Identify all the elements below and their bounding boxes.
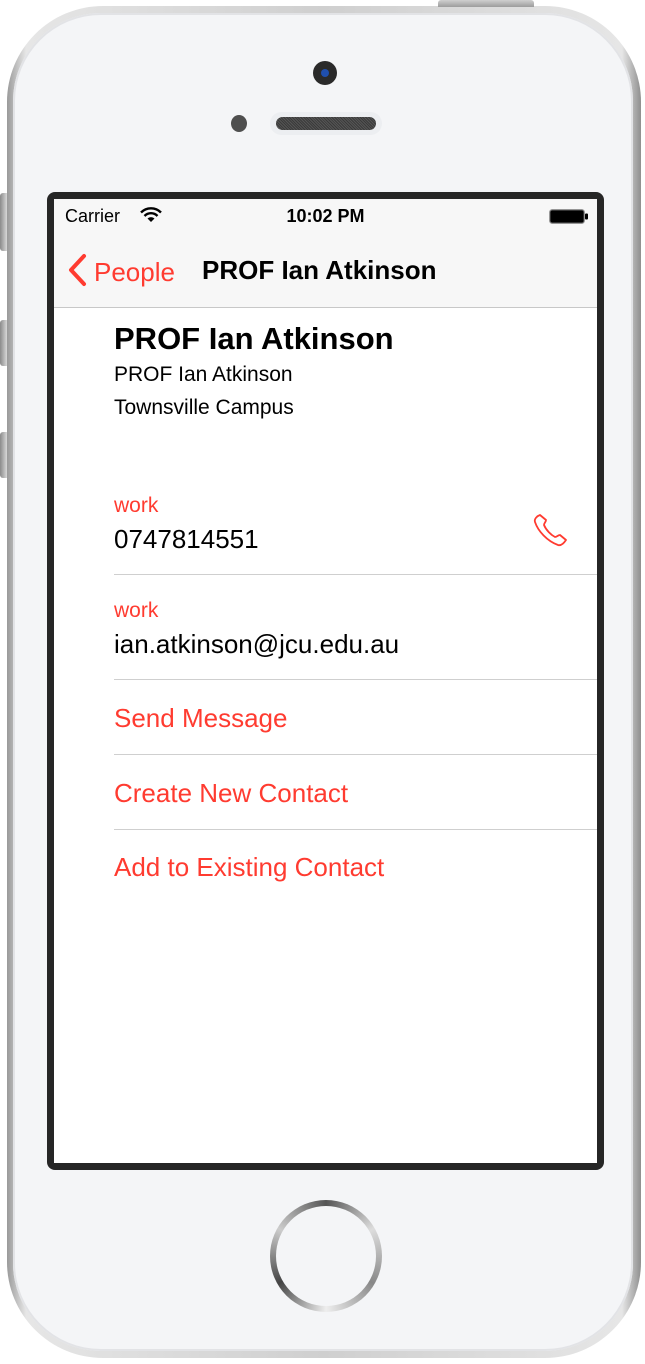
front-camera	[313, 61, 337, 85]
back-button[interactable]: People	[66, 253, 175, 292]
email-address[interactable]: ian.atkinson@jcu.edu.au	[114, 629, 399, 660]
contact-name: PROF Ian Atkinson	[114, 321, 394, 356]
chevron-left-icon	[66, 253, 88, 292]
create-new-contact-row[interactable]: Create New Contact	[114, 755, 597, 830]
phone-icon[interactable]	[531, 510, 571, 550]
screen: Carrier 10:02 PM People PROF Ian Atkinso…	[54, 199, 597, 1163]
volume-down-button	[0, 432, 7, 478]
phone-field-row[interactable]: work 0747814551	[114, 480, 597, 575]
create-new-contact-button[interactable]: Create New Contact	[114, 778, 348, 809]
nav-title: PROF Ian Atkinson	[202, 255, 437, 285]
back-label: People	[94, 257, 175, 287]
send-message-row[interactable]: Send Message	[114, 680, 597, 755]
volume-up-button	[0, 320, 7, 366]
battery-full-icon	[549, 208, 588, 224]
phone-number[interactable]: 0747814551	[114, 524, 259, 555]
email-field-label: work	[114, 599, 159, 622]
earpiece-speaker	[270, 112, 382, 135]
contact-job-title: PROF Ian Atkinson	[114, 363, 293, 386]
send-message-button[interactable]: Send Message	[114, 703, 287, 734]
phone-field-label: work	[114, 494, 159, 517]
status-bar: Carrier 10:02 PM	[54, 199, 597, 233]
add-to-existing-contact-button[interactable]: Add to Existing Contact	[114, 852, 384, 883]
power-button	[438, 0, 534, 7]
home-button[interactable]	[270, 1200, 382, 1312]
clock: 10:02 PM	[286, 206, 365, 226]
email-field-row[interactable]: work ian.atkinson@jcu.edu.au	[114, 575, 597, 680]
contact-department: Townsville Campus	[114, 396, 294, 419]
add-to-existing-contact-row[interactable]: Add to Existing Contact	[114, 830, 597, 904]
mute-switch	[0, 193, 7, 251]
navigation-bar: People PROF Ian Atkinson	[54, 233, 597, 308]
proximity-sensor	[231, 115, 247, 132]
